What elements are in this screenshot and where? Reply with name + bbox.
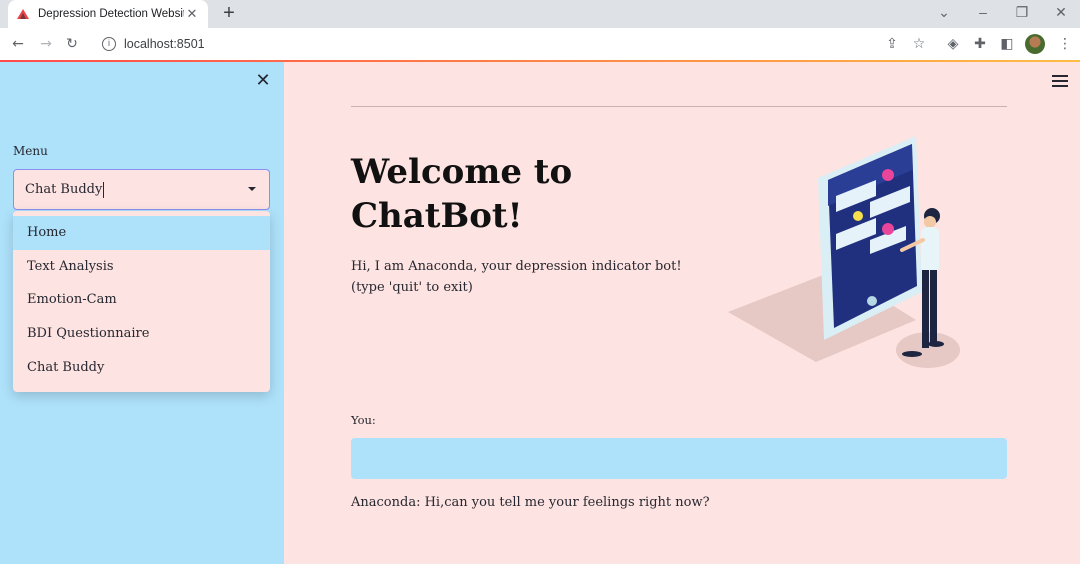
minimize-icon[interactable]: – [973,4,993,20]
intro-line-1: Hi, I am Anaconda, your depression indic… [351,259,682,274]
browser-toolbar: ← → ↻ i localhost:8501 ⇪ ☆ ◈ ✚ ◧ ⋮ [0,28,1080,60]
side-panel-icon[interactable]: ◧ [997,34,1017,54]
menu-option-bdi-questionnaire[interactable]: BDI Questionnaire [13,317,270,351]
kebab-menu-icon[interactable]: ⋮ [1055,34,1075,54]
share-icon[interactable]: ⇪ [882,34,902,54]
new-tab-button[interactable]: + [218,3,240,25]
sidebar-close-icon[interactable]: ✕ [254,72,272,90]
site-info-icon[interactable]: i [102,37,116,51]
menu-option-emotion-cam[interactable]: Emotion-Cam [13,283,270,317]
chat-input-label: You: [351,413,376,427]
sidebar: ✕ Menu Chat Buddy Home Text Analysis Emo… [0,62,284,564]
intro-text: Hi, I am Anaconda, your depression indic… [351,256,682,298]
menu-dropdown-list: Home Text Analysis Emotion-Cam BDI Quest… [13,211,270,392]
browser-tab[interactable]: Depression Detection Website ✕ [8,0,208,28]
menu-select-value: Chat Buddy [25,182,103,197]
menu-option-home[interactable]: Home [13,216,270,250]
tab-close-icon[interactable]: ✕ [184,6,200,22]
menu-select[interactable]: Chat Buddy [13,169,270,210]
chatbot-illustration [728,136,960,368]
menu-option-chat-buddy[interactable]: Chat Buddy [13,350,270,384]
bookmark-star-icon[interactable]: ☆ [909,34,929,54]
bot-reply: Anaconda: Hi,can you tell me your feelin… [351,495,710,510]
url-text: localhost:8501 [124,37,205,51]
intro-line-2: (type 'quit' to exit) [351,280,473,295]
tab-title: Depression Detection Website [38,8,184,20]
browser-tab-strip: Depression Detection Website ✕ + ⌄ – ❐ ✕ [0,0,1080,28]
hamburger-menu-icon[interactable] [1052,75,1068,87]
address-bar[interactable]: i localhost:8501 [92,32,942,56]
text-cursor [103,181,105,198]
menu-label: Menu [13,144,48,158]
restore-icon[interactable]: ❐ [1012,4,1032,21]
tab-search-icon[interactable]: ⌄ [934,4,954,21]
menu-option-text-analysis[interactable]: Text Analysis [13,250,270,284]
page-title: Welcome to ChatBot! [351,152,573,236]
chat-input[interactable] [351,438,1007,479]
back-icon[interactable]: ← [8,34,28,54]
divider [351,106,1007,107]
extension-icon[interactable]: ◈ [943,34,963,54]
forward-icon[interactable]: → [36,34,56,54]
window-close-icon[interactable]: ✕ [1051,4,1071,21]
reload-icon[interactable]: ↻ [62,34,82,54]
puzzle-icon[interactable]: ✚ [970,34,990,54]
chevron-down-icon[interactable] [248,187,256,191]
streamlit-logo-icon [17,9,29,19]
profile-avatar[interactable] [1025,34,1045,54]
